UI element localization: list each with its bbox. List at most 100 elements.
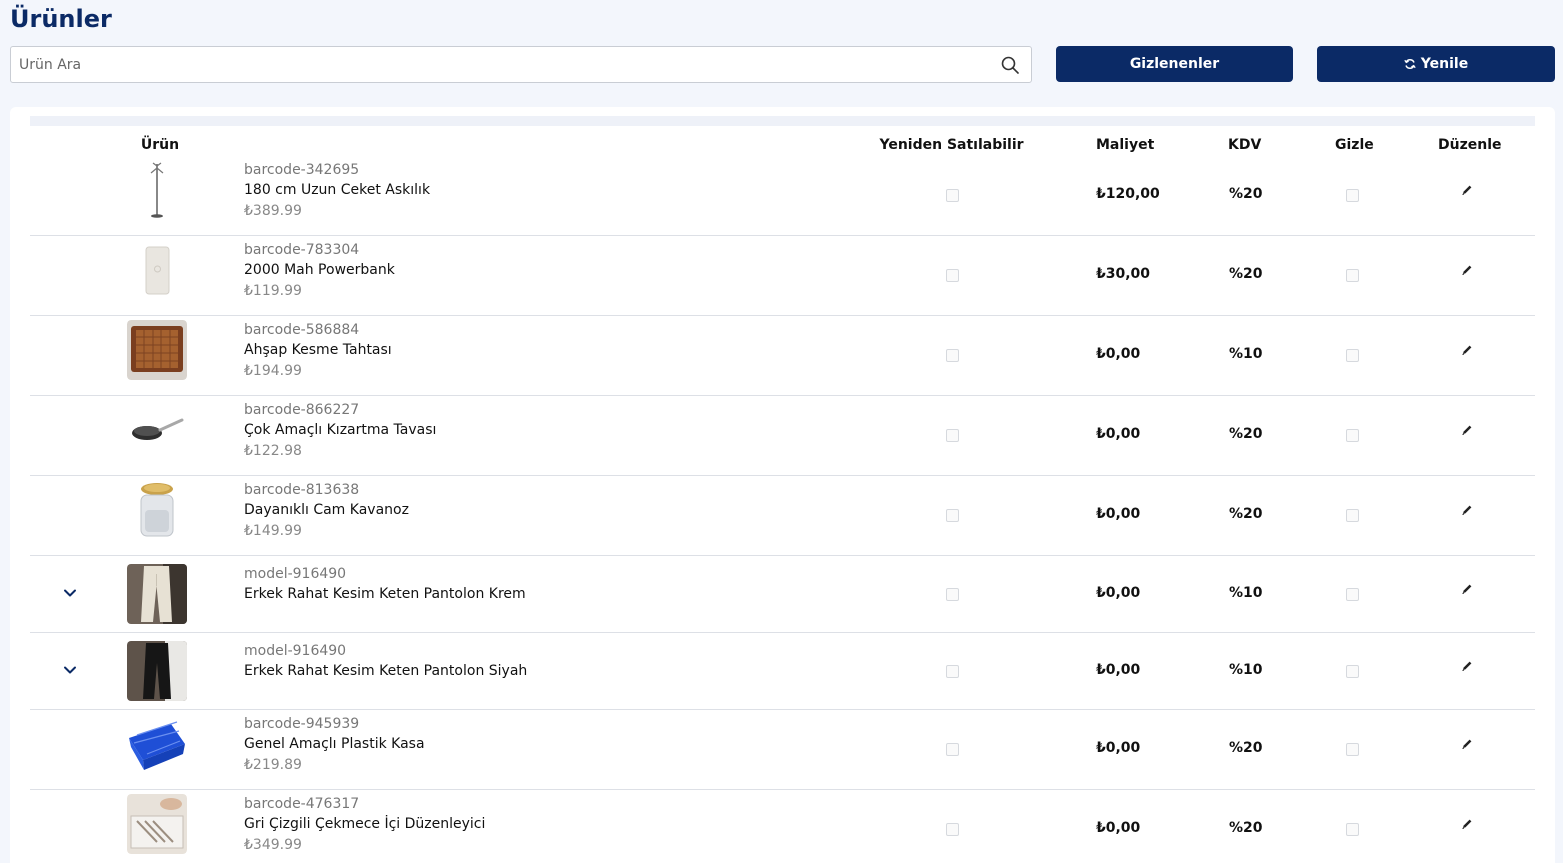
table-row: barcode-783304 2000 Mah Powerbank ₺119.9… (30, 236, 1535, 316)
product-name[interactable]: Erkek Rahat Kesim Keten Pantolon Krem (244, 584, 526, 605)
product-name[interactable]: 2000 Mah Powerbank (244, 260, 395, 281)
product-info: barcode-586884 Ahşap Kesme Tahtası ₺194.… (244, 320, 392, 382)
resellable-checkbox[interactable] (946, 587, 959, 601)
resellable-checkbox[interactable] (946, 743, 959, 756)
product-code: model-916490 (244, 566, 347, 582)
product-name[interactable]: Dayanıklı Cam Kavanoz (244, 500, 409, 521)
table-header: Ürün Yeniden Satılabilir Maliyet KDV Giz… (30, 134, 1535, 156)
product-cost: ₺30,00 (1096, 266, 1151, 282)
product-name[interactable]: 180 cm Uzun Ceket Askılık (244, 180, 430, 201)
product-image (127, 320, 187, 380)
product-info: model-916490 Erkek Rahat Kesim Keten Pan… (244, 564, 526, 605)
product-name[interactable]: Ahşap Kesme Tahtası (244, 340, 392, 361)
edit-pencil-icon[interactable] (1461, 818, 1473, 830)
product-vat: %20 (1229, 186, 1263, 202)
product-vat: %10 (1229, 661, 1263, 678)
page-title: Ürünler (10, 5, 112, 33)
refresh-icon (1404, 58, 1416, 70)
search-input[interactable] (11, 47, 1031, 82)
product-cost: ₺0,00 (1096, 426, 1141, 442)
product-info: barcode-866227 Çok Amaçlı Kızartma Tavas… (244, 400, 436, 462)
product-price: ₺389.99 (244, 203, 302, 219)
resellable-checkbox[interactable] (946, 269, 959, 282)
hide-checkbox[interactable] (1346, 349, 1359, 362)
product-image (127, 714, 187, 774)
product-name[interactable]: Çok Amaçlı Kızartma Tavası (244, 420, 436, 441)
edit-pencil-icon[interactable] (1461, 424, 1473, 436)
product-name[interactable]: Erkek Rahat Kesim Keten Pantolon Siyah (244, 661, 527, 682)
product-vat: %20 (1229, 820, 1263, 836)
hide-checkbox[interactable] (1346, 664, 1359, 678)
search-icon[interactable] (1001, 56, 1019, 74)
products-card: Ürün Yeniden Satılabilir Maliyet KDV Giz… (10, 107, 1555, 863)
product-name[interactable]: Gri Çizgili Çekmece İçi Düzenleyici (244, 814, 485, 835)
hide-checkbox[interactable] (1346, 429, 1359, 442)
product-code: barcode-783304 (244, 242, 360, 258)
header-vat: KDV (1228, 137, 1262, 153)
product-cost: ₺0,00 (1096, 820, 1141, 836)
product-vat: %20 (1229, 426, 1263, 442)
resellable-checkbox[interactable] (946, 664, 959, 678)
product-code: barcode-866227 (244, 402, 360, 418)
expand-chevron-down-icon[interactable] (62, 662, 78, 678)
product-code: barcode-586884 (244, 322, 360, 338)
hide-checkbox[interactable] (1346, 743, 1359, 756)
hide-checkbox[interactable] (1346, 509, 1359, 522)
edit-pencil-icon[interactable] (1461, 583, 1473, 595)
product-image (127, 160, 187, 220)
resellable-checkbox[interactable] (946, 189, 959, 202)
edit-pencil-icon[interactable] (1461, 660, 1473, 672)
product-price: ₺149.99 (244, 523, 302, 539)
header-hide: Gizle (1335, 137, 1374, 153)
product-name[interactable]: Genel Amaçlı Plastik Kasa (244, 734, 425, 755)
hide-checkbox[interactable] (1346, 823, 1359, 836)
header-cost: Maliyet (1096, 137, 1155, 153)
product-vat: %10 (1229, 584, 1263, 601)
edit-pencil-icon[interactable] (1461, 738, 1473, 750)
hide-checkbox[interactable] (1346, 269, 1359, 282)
product-code: barcode-945939 (244, 716, 360, 732)
product-price: ₺349.99 (244, 837, 302, 853)
product-price: ₺219.89 (244, 757, 302, 773)
table-row: barcode-586884 Ahşap Kesme Tahtası ₺194.… (30, 316, 1535, 396)
product-image (127, 641, 187, 701)
resellable-checkbox[interactable] (946, 509, 959, 522)
product-cost: ₺0,00 (1096, 506, 1141, 522)
search-box (10, 46, 1032, 83)
resellable-checkbox[interactable] (946, 349, 959, 362)
product-info: barcode-783304 2000 Mah Powerbank ₺119.9… (244, 240, 395, 302)
refresh-button[interactable]: Yenile (1317, 46, 1555, 82)
table-toolbar-strip (30, 116, 1535, 126)
hidden-products-label: Gizlenenler (1129, 56, 1220, 72)
product-price: ₺122.98 (244, 443, 302, 459)
product-info: barcode-813638 Dayanıklı Cam Kavanoz ₺14… (244, 480, 409, 542)
hide-checkbox[interactable] (1346, 189, 1359, 202)
hidden-products-button[interactable]: Gizlenenler (1056, 46, 1293, 82)
table-row: barcode-813638 Dayanıklı Cam Kavanoz ₺14… (30, 476, 1535, 556)
product-cost: ₺0,00 (1096, 584, 1141, 601)
table-row: model-916490 Erkek Rahat Kesim Keten Pan… (30, 556, 1535, 633)
edit-pencil-icon[interactable] (1461, 264, 1473, 276)
table-row: barcode-866227 Çok Amaçlı Kızartma Tavas… (30, 396, 1535, 476)
edit-pencil-icon[interactable] (1461, 504, 1473, 516)
product-vat: %20 (1229, 740, 1263, 756)
table-row: barcode-945939 Genel Amaçlı Plastik Kasa… (30, 710, 1535, 790)
resellable-checkbox[interactable] (946, 823, 959, 836)
product-cost: ₺120,00 (1096, 186, 1160, 202)
product-info: barcode-945939 Genel Amaçlı Plastik Kasa… (244, 714, 425, 776)
product-code: model-916490 (244, 643, 347, 659)
edit-pencil-icon[interactable] (1461, 344, 1473, 356)
table-row: barcode-342695 180 cm Uzun Ceket Askılık… (30, 156, 1535, 236)
product-code: barcode-813638 (244, 482, 360, 498)
hide-checkbox[interactable] (1346, 587, 1359, 601)
product-cost: ₺0,00 (1096, 346, 1141, 362)
product-vat: %20 (1229, 506, 1263, 522)
product-info: barcode-476317 Gri Çizgili Çekmece İçi D… (244, 794, 485, 856)
product-code: barcode-476317 (244, 796, 360, 812)
product-vat: %20 (1229, 266, 1263, 282)
edit-pencil-icon[interactable] (1461, 184, 1473, 196)
table-row: barcode-476317 Gri Çizgili Çekmece İçi D… (30, 790, 1535, 863)
expand-chevron-down-icon[interactable] (62, 585, 78, 601)
product-cost: ₺0,00 (1096, 661, 1141, 678)
resellable-checkbox[interactable] (946, 429, 959, 442)
